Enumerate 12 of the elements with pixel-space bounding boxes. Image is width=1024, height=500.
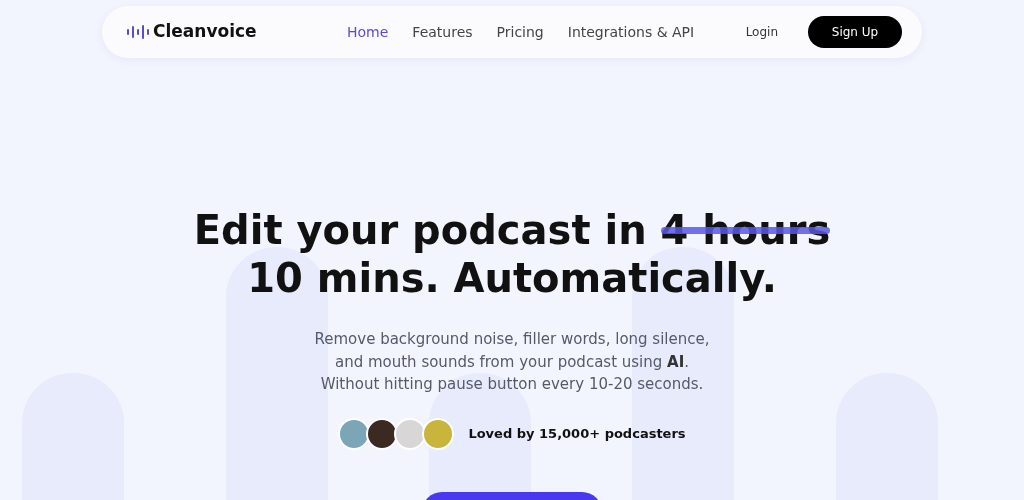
subtitle-line: Without hitting pause button every 10-20 seconds. (319, 374, 705, 395)
subtitle-line: and mouth sounds from your podcast using AI. (333, 351, 691, 373)
subtitle-line: Remove background noise, filler words, long silence, (313, 329, 711, 350)
nav-link[interactable]: Features (412, 21, 473, 43)
nav-link[interactable]: Home (347, 21, 389, 43)
sign-up-button[interactable]: Sign Up (808, 16, 902, 48)
nav-link[interactable]: Integrations & API (567, 21, 695, 43)
nav-link[interactable]: Pricing (496, 21, 544, 43)
social-proof-text: Loved by 15,000+ podcasters (468, 424, 686, 443)
sound-wave-icon (127, 25, 149, 39)
brand-name[interactable]: Cleanvoice (153, 19, 257, 45)
login-link[interactable]: Login (745, 23, 778, 41)
